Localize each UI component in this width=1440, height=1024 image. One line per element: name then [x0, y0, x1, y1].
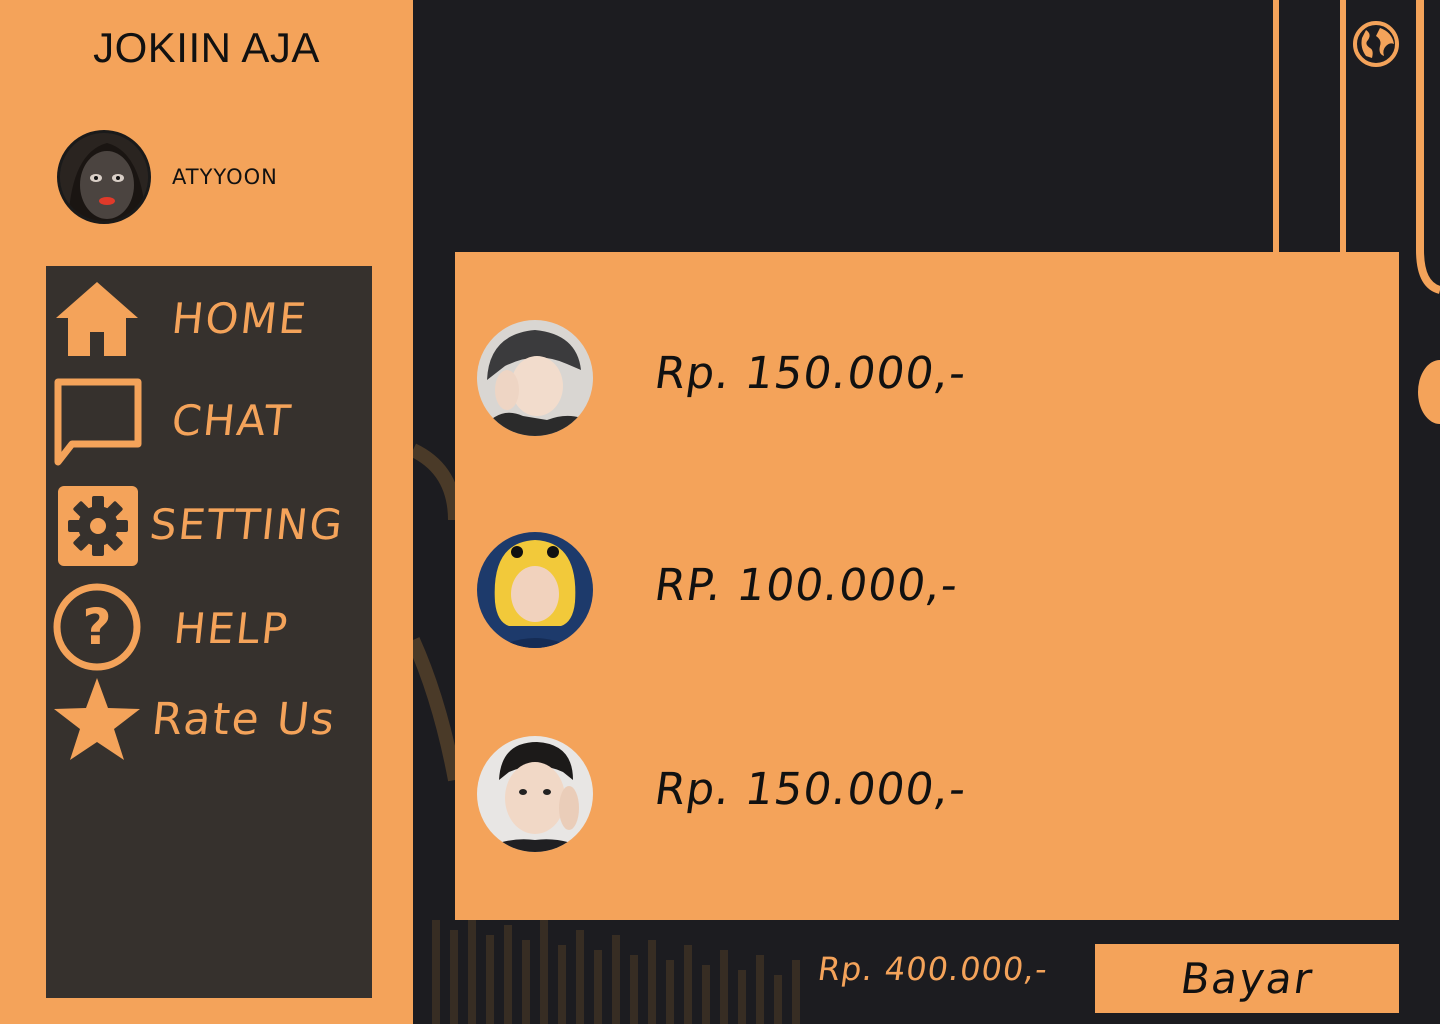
- app-title: JOKIIN AJA: [93, 24, 320, 71]
- cart-item-avatar: [477, 320, 593, 436]
- gear-icon: [58, 486, 138, 566]
- sidebar-item-label: CHAT: [169, 396, 295, 445]
- cart-panel: Rp. 150.000,- RP. 100.000,- Rp. 150.000,…: [455, 252, 1399, 920]
- sidebar-item-rate-us[interactable]: Rate Us: [46, 676, 372, 766]
- sidebar-item-label: SETTING: [147, 500, 347, 549]
- cart-item[interactable]: RP. 100.000,-: [455, 530, 1399, 650]
- cart-item-price: RP. 100.000,-: [651, 560, 962, 611]
- sidebar-item-setting[interactable]: SETTING: [46, 482, 372, 572]
- cart-item-avatar: [477, 736, 593, 852]
- sidebar-menu: HOME CHAT SETTING ? HELP Rate Us: [46, 266, 372, 998]
- svg-text:?: ?: [82, 598, 111, 656]
- sidebar-item-label: HELP: [171, 604, 292, 653]
- profile-avatar[interactable]: [57, 130, 151, 224]
- cart-item[interactable]: Rp. 150.000,-: [455, 318, 1399, 438]
- cart-item-avatar: [477, 532, 593, 648]
- pay-button-label: Bayar: [1177, 954, 1317, 1003]
- pay-button[interactable]: Bayar: [1095, 944, 1399, 1013]
- cart-item-price: Rp. 150.000,-: [651, 348, 970, 399]
- star-icon: [54, 678, 140, 760]
- sidebar-item-help[interactable]: ? HELP: [46, 582, 372, 672]
- help-icon: ?: [53, 583, 141, 671]
- chat-icon: [54, 378, 142, 466]
- sidebar-item-label: HOME: [169, 294, 310, 343]
- sidebar-item-chat[interactable]: CHAT: [46, 376, 372, 466]
- profile-name: ATYYOON: [172, 165, 278, 189]
- sidebar: JOKIIN AJA ATYYOON HOME CHAT SETTING ? H…: [0, 0, 413, 1024]
- cart-item[interactable]: Rp. 150.000,-: [455, 734, 1399, 854]
- sidebar-item-label: Rate Us: [149, 694, 339, 745]
- cart-item-price: Rp. 150.000,-: [651, 764, 970, 815]
- sidebar-item-home[interactable]: HOME: [46, 274, 372, 364]
- total-price: Rp. 400.000,-: [815, 950, 1051, 988]
- home-icon: [56, 282, 138, 356]
- globe-icon[interactable]: [1352, 20, 1400, 68]
